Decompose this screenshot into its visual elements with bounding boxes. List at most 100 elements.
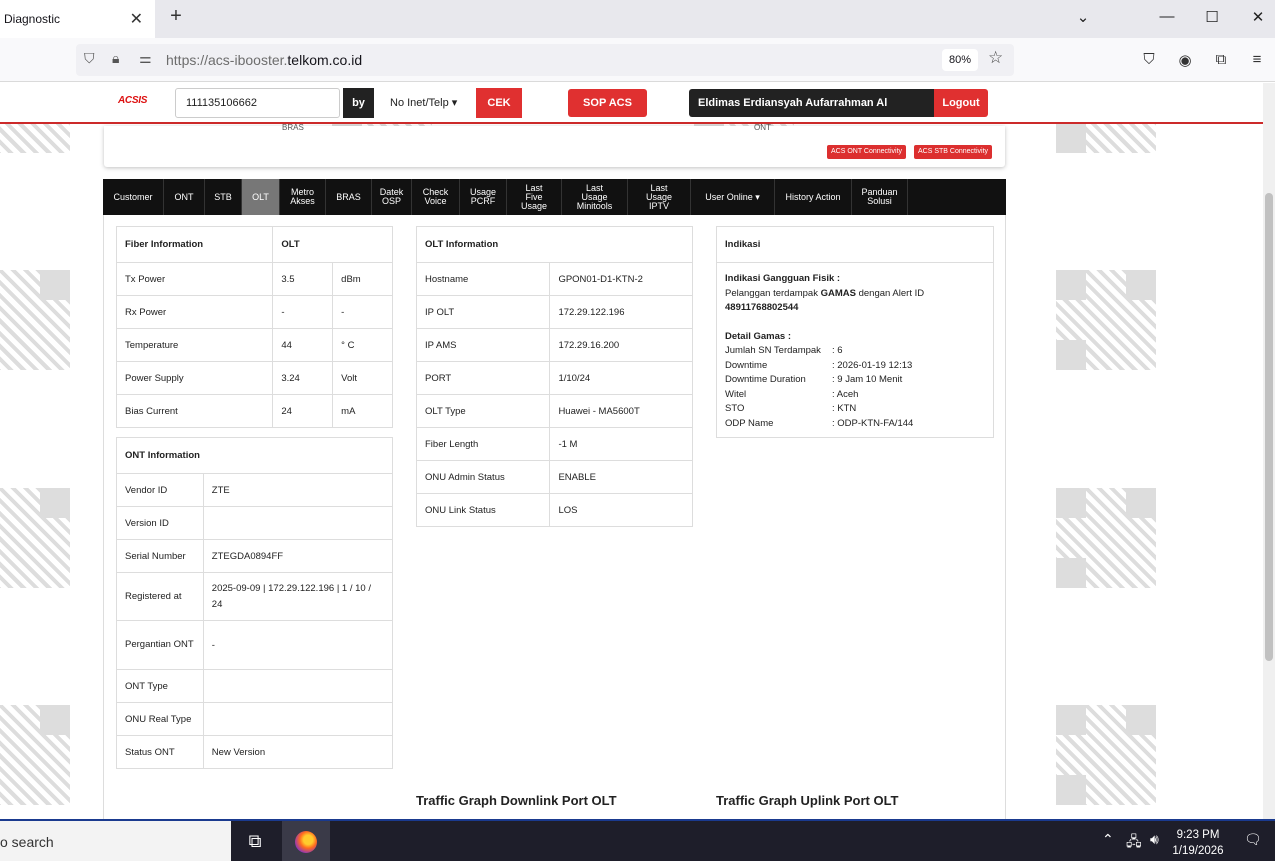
row-value: 3.24 bbox=[272, 361, 334, 395]
permissions-icon[interactable]: ⚌ bbox=[139, 50, 152, 67]
row-label: ONT Type bbox=[116, 669, 204, 703]
tab-customer[interactable]: Customer bbox=[103, 179, 164, 215]
sop-acs-button[interactable]: SOP ACS bbox=[568, 89, 647, 117]
table-row: Bias Current 24 mA bbox=[115, 394, 393, 428]
scrollbar-thumb[interactable] bbox=[1265, 193, 1273, 661]
firefox-taskbar-button[interactable] bbox=[282, 821, 330, 861]
table-header-row: ONT Information bbox=[116, 437, 393, 474]
acs-ont-connectivity-button[interactable]: ACS ONT Connectivity bbox=[827, 145, 907, 159]
browser-tab[interactable]: Diagnostic ✕ bbox=[0, 0, 155, 38]
shield-icon[interactable]: ⛉ bbox=[84, 50, 95, 67]
network-icon[interactable]: 🖧︎ bbox=[1126, 831, 1142, 855]
acs-stb-connectivity-button[interactable]: ACS STB Connectivity bbox=[914, 145, 993, 159]
customer-search-input[interactable] bbox=[175, 88, 340, 118]
row-label: IP OLT bbox=[415, 295, 551, 329]
by-label: by bbox=[343, 88, 374, 118]
row-value: 172.29.16.200 bbox=[549, 328, 693, 362]
account-icon[interactable]: ◉ bbox=[1175, 51, 1195, 69]
caret-down-icon: ▾ bbox=[451, 97, 458, 109]
tab-usage-pcrf[interactable]: Usage PCRF bbox=[460, 179, 507, 215]
table-row: OLT Type Huawei - MA5600T bbox=[415, 394, 693, 428]
close-tab-icon[interactable]: ✕ bbox=[130, 9, 143, 29]
row-value: 24 bbox=[272, 394, 334, 428]
taskbar-search[interactable]: o search bbox=[0, 821, 231, 861]
tab-olt[interactable]: OLT bbox=[242, 179, 280, 215]
row-value: ZTEGDA0894FF bbox=[202, 539, 394, 573]
minimize-icon[interactable]: — bbox=[1157, 8, 1177, 25]
indikasi-header: Indikasi bbox=[717, 227, 993, 263]
url-text[interactable]: https://acs-ibooster.telkom.co.id bbox=[166, 52, 362, 68]
row-label: Serial Number bbox=[116, 539, 204, 573]
new-tab-icon[interactable]: + bbox=[166, 5, 186, 28]
pocket-icon[interactable]: ⛉ bbox=[1139, 51, 1159, 68]
indikasi-body: Indikasi Gangguan Fisik : Pelanggan terd… bbox=[717, 263, 993, 440]
diagnostic-tab-menu: Customer ONT STB OLT Metro Akses BRAS Da… bbox=[103, 179, 1006, 215]
taskbar-clock[interactable]: 9:23 PM 1/19/2026 bbox=[1164, 827, 1232, 859]
row-label: ONU Admin Status bbox=[415, 460, 551, 494]
tab-stb[interactable]: STB bbox=[205, 179, 242, 215]
row-unit: mA bbox=[332, 394, 393, 428]
table-row: Temperature 44 ° C bbox=[115, 328, 393, 362]
table-row: Registered at 2025-09-09 | 172.29.122.196… bbox=[116, 572, 394, 621]
row-label: Tx Power bbox=[115, 262, 274, 296]
row-value: - bbox=[272, 295, 334, 329]
row-label: Hostname bbox=[415, 262, 551, 296]
row-label: Vendor ID bbox=[116, 473, 204, 507]
page-scrollbar[interactable] bbox=[1263, 83, 1275, 819]
detail-row: ODP Name: ODP-KTN-FA/144 bbox=[725, 417, 914, 429]
window-close-icon[interactable]: ✕ bbox=[1248, 8, 1268, 26]
row-label: ONU Real Type bbox=[116, 702, 204, 736]
browser-nav-bar: ⛉ 🔒︎ ⚌ https://acs-ibooster.telkom.co.id… bbox=[0, 38, 1275, 82]
table-row: Hostname GPON01-D1-KTN-2 bbox=[415, 262, 693, 296]
row-value: 1/10/24 bbox=[549, 361, 693, 395]
tab-metro-akses[interactable]: Metro Akses bbox=[280, 179, 326, 215]
tab-list-chevron-icon[interactable]: ⌄ bbox=[1073, 8, 1093, 26]
table-row: Version ID bbox=[116, 506, 394, 540]
tab-history-action[interactable]: History Action bbox=[775, 179, 852, 215]
bookmark-star-icon[interactable]: ☆ bbox=[988, 48, 1003, 68]
task-view-icon[interactable]: ⧉ bbox=[241, 827, 269, 855]
qr-watermark bbox=[0, 270, 70, 370]
clock-time: 9:23 PM bbox=[1176, 829, 1220, 841]
search-type-select[interactable]: No Inet/Telp ▾ bbox=[384, 88, 476, 118]
volume-icon[interactable]: 🔊︎ bbox=[1150, 831, 1159, 848]
row-value bbox=[202, 669, 394, 703]
tab-ont[interactable]: ONT bbox=[164, 179, 205, 215]
ont-information-table: ONT Information Vendor ID ZTE Version ID … bbox=[116, 437, 394, 769]
olt-information-header: OLT Information bbox=[416, 226, 693, 263]
tab-last-five-usage[interactable]: Last Five Usage bbox=[507, 179, 562, 215]
tab-datek-osp[interactable]: Datek OSP bbox=[372, 179, 412, 215]
extensions-icon[interactable]: ⧉ bbox=[1211, 51, 1231, 68]
row-label: Temperature bbox=[115, 328, 274, 362]
acsis-logo[interactable]: ACSIS bbox=[118, 95, 147, 106]
row-value: 2025-09-09 | 172.29.122.196 | 1 / 10 / 2… bbox=[202, 572, 394, 621]
tab-last-usage-iptv[interactable]: Last Usage IPTV bbox=[628, 179, 691, 215]
tab-bras[interactable]: BRAS bbox=[326, 179, 372, 215]
row-label: Pergantian ONT bbox=[116, 620, 204, 670]
table-row: Status ONT New Version bbox=[116, 735, 394, 769]
row-label: Power Supply bbox=[115, 361, 274, 395]
lock-icon[interactable]: 🔒︎ bbox=[112, 50, 119, 67]
maximize-icon[interactable]: ☐ bbox=[1202, 8, 1222, 26]
tab-user-online[interactable]: User Online ▾ bbox=[691, 179, 775, 215]
cek-button[interactable]: CEK bbox=[476, 88, 522, 118]
logout-button[interactable]: Logout bbox=[934, 89, 988, 117]
clock-date: 1/19/2026 bbox=[1172, 845, 1224, 857]
tab-last-usage-minitools[interactable]: Last Usage Minitools bbox=[562, 179, 628, 215]
tab-check-voice[interactable]: Check Voice bbox=[412, 179, 460, 215]
notifications-icon[interactable]: 🗨︎ bbox=[1244, 831, 1262, 848]
detail-row: Jumlah SN Terdampak: 6 bbox=[725, 345, 843, 356]
table-row: ONU Real Type bbox=[116, 702, 394, 736]
firefox-icon bbox=[295, 831, 317, 853]
tray-chevron-up-icon[interactable]: ⌃ bbox=[1102, 831, 1114, 848]
zoom-level[interactable]: 80% bbox=[942, 49, 978, 71]
row-label: ONU Link Status bbox=[415, 493, 551, 527]
menu-icon[interactable]: ≡ bbox=[1247, 51, 1267, 68]
url-bar[interactable]: ⛉ 🔒︎ ⚌ https://acs-ibooster.telkom.co.id… bbox=[76, 44, 1014, 76]
row-label: PORT bbox=[415, 361, 551, 395]
tab-panduan-solusi[interactable]: Panduan Solusi bbox=[852, 179, 908, 215]
row-label: Fiber Length bbox=[415, 427, 551, 461]
row-label: OLT Type bbox=[415, 394, 551, 428]
table-row: Rx Power - - bbox=[115, 295, 393, 329]
qr-watermark bbox=[1056, 270, 1156, 370]
